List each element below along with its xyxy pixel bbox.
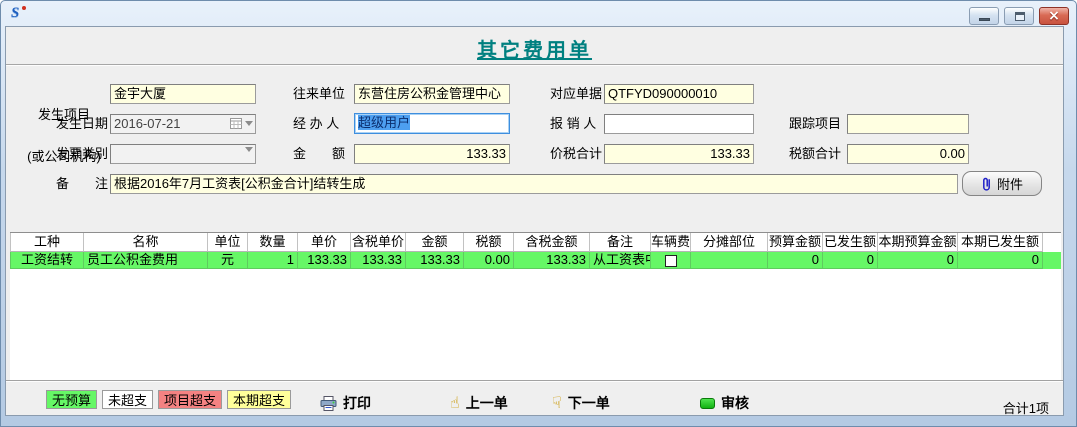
- print-button[interactable]: 打印: [320, 393, 371, 413]
- close-icon: ×: [1040, 8, 1068, 24]
- other-expense-window: S × 其它费用单 发生项目 (或公司机构) 金宇大厦 往来单位 东营住房公积金…: [0, 0, 1077, 427]
- cell-quantity[interactable]: 1: [248, 252, 298, 269]
- cell-remark[interactable]: 从工资表中: [590, 252, 651, 269]
- tracking-label: 跟踪项目: [789, 117, 847, 131]
- col-header: 单价: [298, 233, 351, 252]
- printer-icon: [320, 396, 337, 411]
- col-header: 含税金额: [514, 233, 590, 252]
- legend-no-budget: 无预算: [46, 390, 97, 409]
- total-with-tax-field[interactable]: 133.33: [604, 144, 754, 164]
- next-doc-label: 下一单: [568, 393, 610, 413]
- maximize-icon: [1015, 12, 1025, 21]
- detail-grid: 工种 名称 单位 数量 单价 含税单价 金额 税额 含税金额 备注 车辆费 分摊…: [10, 232, 1061, 381]
- col-header: 车辆费: [651, 233, 691, 252]
- col-header: 数量: [248, 233, 298, 252]
- cell-incurred-amount[interactable]: 0: [823, 252, 878, 269]
- page-title: 其它费用单: [477, 34, 592, 63]
- previous-doc-button[interactable]: ☝ 上一单: [450, 393, 508, 413]
- doc-no-label: 对应单据: [550, 87, 608, 101]
- audit-button[interactable]: 审核: [700, 393, 749, 413]
- page-header: 其它费用单: [6, 27, 1063, 65]
- col-header: 税额: [464, 233, 514, 252]
- attachment-button[interactable]: 附件: [962, 171, 1042, 196]
- col-header: 含税单价: [351, 233, 406, 252]
- col-header: 工种: [10, 233, 84, 252]
- total-count: 合计1项: [1003, 398, 1049, 417]
- operator-field[interactable]: 超级用户: [354, 113, 510, 134]
- paperclip-icon: [981, 176, 992, 192]
- col-header: 单位: [208, 233, 248, 252]
- tax-total-field[interactable]: 0.00: [847, 144, 969, 164]
- cell-work-type[interactable]: 工资结转: [10, 252, 84, 269]
- remark-label: 备 注: [20, 177, 108, 191]
- cell-vehicle-fee[interactable]: [651, 252, 691, 269]
- invoice-type-combo[interactable]: [110, 144, 256, 164]
- amount-label: 金 额: [293, 147, 351, 161]
- dropdown-arrow-icon[interactable]: [245, 147, 253, 152]
- cell-name[interactable]: 员工公积金费用: [84, 252, 208, 269]
- legend-not-over: 未超支: [102, 390, 153, 409]
- hand-up-icon: ☝: [450, 395, 460, 411]
- print-button-label: 打印: [343, 393, 371, 413]
- col-header: 分摊部位: [691, 233, 768, 252]
- maximize-button[interactable]: [1004, 7, 1034, 25]
- col-header: 预算金额: [768, 233, 823, 252]
- cell-amount-taxed[interactable]: 133.33: [514, 252, 590, 269]
- minimize-button[interactable]: [969, 7, 999, 25]
- vehicle-fee-checkbox[interactable]: [665, 255, 677, 267]
- counterpart-label: 往来单位: [293, 87, 351, 101]
- close-button[interactable]: ×: [1039, 7, 1069, 25]
- window-controls: ×: [969, 7, 1069, 25]
- legend-period-over: 本期超支: [227, 390, 291, 409]
- operator-label: 经 办 人: [293, 117, 351, 131]
- title-bar: S ×: [1, 1, 1076, 26]
- counterpart-field[interactable]: 东营住房公积金管理中心: [354, 84, 510, 104]
- cell-unit[interactable]: 元: [208, 252, 248, 269]
- doc-no-field[interactable]: QTFYD090000010: [604, 84, 754, 104]
- invoice-type-label: 发票类别: [20, 147, 108, 161]
- app-logo-icon: S: [9, 5, 27, 23]
- col-header: 名称: [84, 233, 208, 252]
- table-row[interactable]: 工资结转 员工公积金费用 元 1 133.33 133.33 133.33 0.…: [10, 252, 1061, 269]
- cell-budget-amount[interactable]: 0: [768, 252, 823, 269]
- total-with-tax-label: 价税合计: [550, 147, 608, 161]
- green-dot-icon: [700, 398, 715, 409]
- legend-project-over: 项目超支: [158, 390, 222, 409]
- grid-header-row: 工种 名称 单位 数量 单价 含税单价 金额 税额 含税金额 备注 车辆费 分摊…: [10, 233, 1061, 252]
- dropdown-arrow-icon[interactable]: [245, 121, 253, 126]
- attachment-button-label: 附件: [997, 174, 1023, 193]
- minimize-icon: [979, 18, 990, 21]
- previous-doc-label: 上一单: [466, 393, 508, 413]
- cell-allocation[interactable]: [691, 252, 768, 269]
- cell-amount[interactable]: 133.33: [406, 252, 464, 269]
- cell-unit-price[interactable]: 133.33: [298, 252, 351, 269]
- col-header: 已发生额: [823, 233, 878, 252]
- audit-button-label: 审核: [721, 393, 749, 413]
- col-header: 备注: [590, 233, 651, 252]
- project-field[interactable]: 金宇大厦: [110, 84, 256, 104]
- cell-unit-price-taxed[interactable]: 133.33: [351, 252, 406, 269]
- date-field[interactable]: 2016-07-21: [110, 114, 256, 134]
- tracking-field[interactable]: [847, 114, 969, 134]
- amount-field[interactable]: 133.33: [354, 144, 510, 164]
- reimburser-field[interactable]: [604, 114, 754, 134]
- col-header: 金额: [406, 233, 464, 252]
- tax-total-label: 税额合计: [789, 147, 847, 161]
- selected-text: 超级用户: [358, 115, 410, 130]
- cell-period-budget[interactable]: 0: [878, 252, 958, 269]
- hand-down-icon: ☟: [552, 395, 562, 411]
- cell-tax[interactable]: 0.00: [464, 252, 514, 269]
- next-doc-button[interactable]: ☟ 下一单: [552, 393, 610, 413]
- col-header: 本期已发生额: [958, 233, 1043, 252]
- col-header: 本期预算金额: [878, 233, 958, 252]
- date-label: 发生日期: [20, 117, 108, 131]
- form-content: 其它费用单 发生项目 (或公司机构) 金宇大厦 往来单位 东营住房公积金管理中心…: [5, 26, 1064, 416]
- reimburser-label: 报 销 人: [550, 117, 608, 131]
- footer-separator: [6, 380, 1063, 382]
- budget-legend: 无预算 未超支 项目超支 本期超支: [46, 390, 291, 409]
- cell-period-incurred[interactable]: 0: [958, 252, 1043, 269]
- calendar-icon: [230, 117, 242, 129]
- remark-field[interactable]: 根据2016年7月工资表[公积金合计]结转生成: [110, 174, 958, 194]
